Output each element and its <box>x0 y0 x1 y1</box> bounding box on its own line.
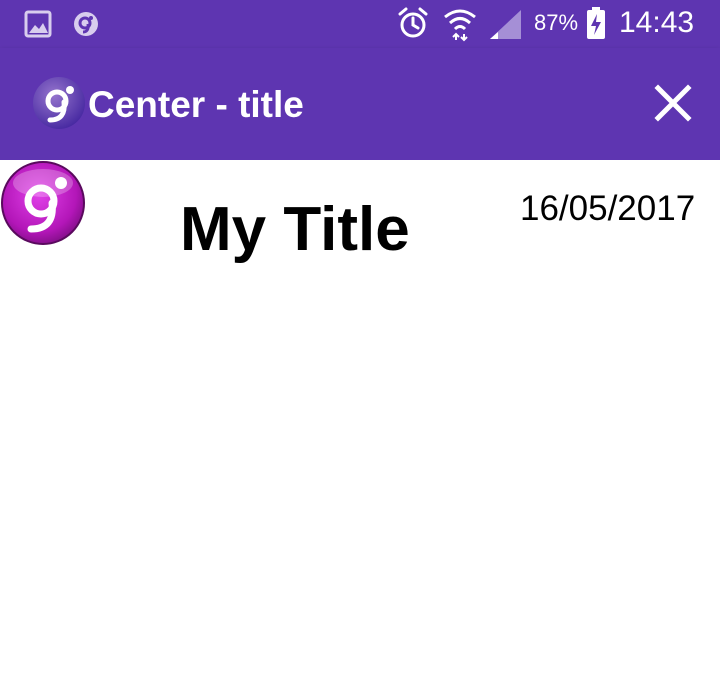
signal-icon <box>490 10 521 39</box>
content-area: My Title 16/05/2017 <box>0 160 720 692</box>
status-bar: 87% 14:43 <box>0 0 720 48</box>
battery-charging-icon <box>587 7 605 39</box>
app-title: Center - title <box>88 84 304 125</box>
close-icon[interactable] <box>648 78 698 128</box>
item-date: 16/05/2017 <box>520 189 696 228</box>
item-logo-icon <box>1 161 85 245</box>
battery-percent: 87% <box>534 10 579 35</box>
clock: 14:43 <box>619 6 695 39</box>
app-logo-icon <box>33 77 85 129</box>
app-notification-icon <box>74 12 98 36</box>
gallery-icon <box>24 10 52 38</box>
alarm-icon <box>398 7 428 38</box>
item-title: My Title <box>180 195 410 264</box>
wifi-icon <box>444 9 476 42</box>
app-bar: Center - title <box>0 48 720 160</box>
